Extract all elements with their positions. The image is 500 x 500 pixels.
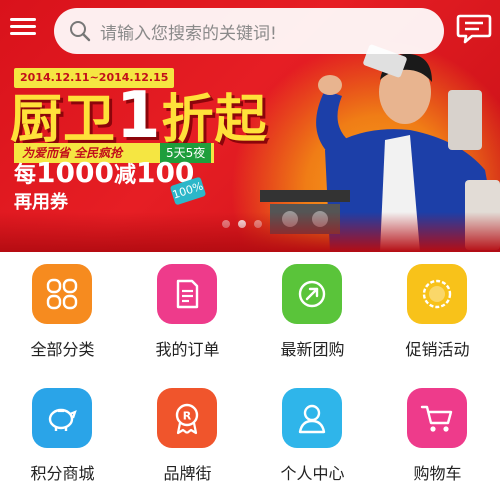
search-icon [70, 21, 91, 42]
piggy-bank-icon [32, 388, 92, 448]
sale-tag-icon [407, 264, 467, 324]
grid-item-label: 我的订单 [155, 340, 220, 359]
group-buy-arrow-icon [282, 264, 342, 324]
menu-button[interactable] [8, 14, 38, 40]
menu-icon [10, 18, 36, 21]
grid-item-label: 购物车 [413, 464, 462, 483]
search-placeholder: 请输入您搜索的关键词! [100, 23, 277, 44]
banner-promo: 每1000减100 [14, 156, 195, 189]
function-grid: 全部分类 我的订单 最新团购 促销活动 积分商城 R 品牌街 个人中心 购物车 [0, 252, 500, 500]
grid-item-all-categories[interactable]: 全部分类 [0, 252, 125, 376]
grid-item-label: 促销活动 [405, 340, 470, 359]
grid-item-points-mall[interactable]: 积分商城 [0, 376, 125, 500]
brand-ribbon-icon: R [157, 388, 217, 448]
grid-item-label: 个人中心 [280, 464, 345, 483]
search-bar[interactable]: 请输入您搜索的关键词! [54, 8, 444, 54]
banner-coupon: 再用券 [14, 192, 68, 213]
person-icon [282, 388, 342, 448]
grid-item-label: 最新团购 [280, 340, 345, 359]
banner-headline: 厨卫1折起 [10, 79, 268, 153]
svg-text:R: R [183, 410, 192, 423]
grid-item-label: 品牌街 [163, 464, 212, 483]
grid-item-brand-street[interactable]: R 品牌街 [125, 376, 250, 500]
grid-item-profile[interactable]: 个人中心 [250, 376, 375, 500]
grid-item-cart[interactable]: 购物车 [375, 376, 500, 500]
grid-item-my-orders[interactable]: 我的订单 [125, 252, 250, 376]
grid-item-label: 积分商城 [30, 464, 95, 483]
grid-item-label: 全部分类 [30, 340, 95, 359]
grid-item-promotions[interactable]: 促销活动 [375, 252, 500, 376]
banner-floor [0, 212, 500, 252]
cart-icon [407, 388, 467, 448]
order-doc-icon [157, 264, 217, 324]
grid-item-group-buy[interactable]: 最新团购 [250, 252, 375, 376]
message-icon[interactable] [454, 8, 494, 48]
category-grid-icon [32, 264, 92, 324]
